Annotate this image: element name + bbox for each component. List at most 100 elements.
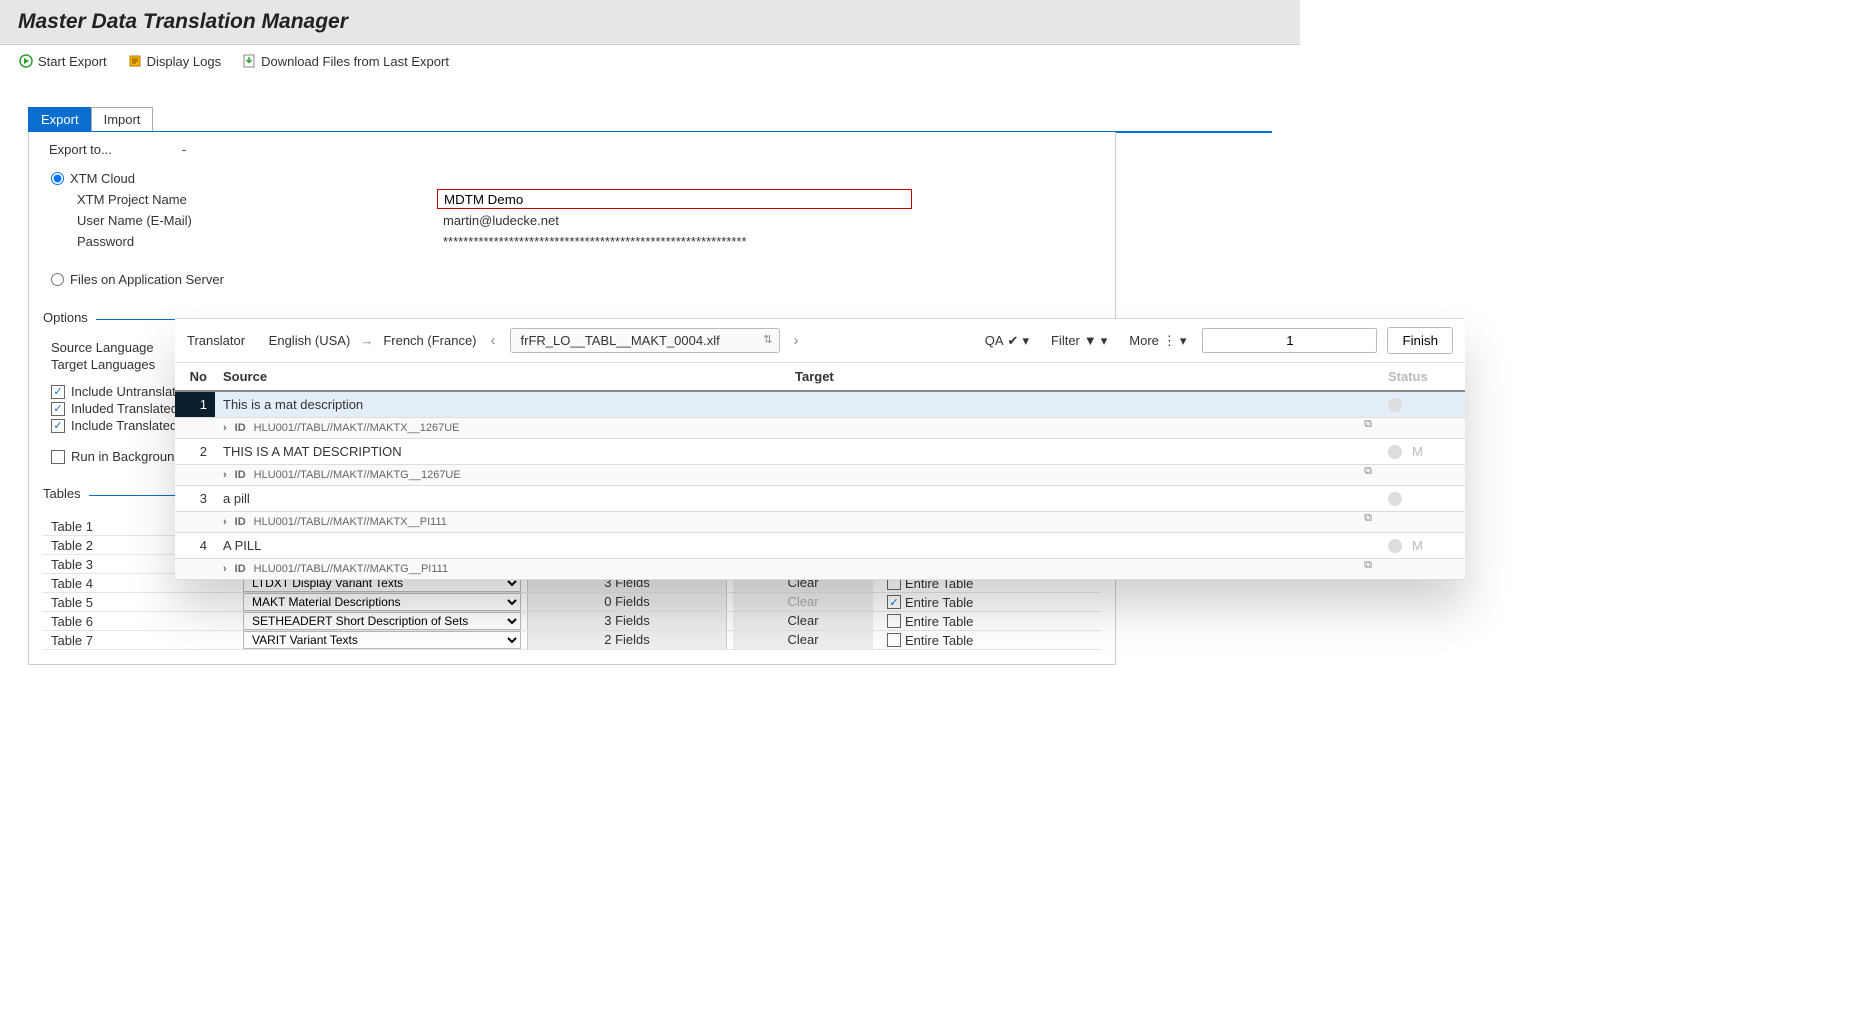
table-label: Table 7 bbox=[43, 633, 243, 648]
segment-id-row: › ID HLU001//TABL//MAKT//MAKTG__PI111 ⧉ bbox=[175, 559, 1465, 580]
segment-status bbox=[1380, 486, 1465, 511]
segment-source: This is a mat description bbox=[215, 392, 787, 417]
chevron-right-icon[interactable]: › bbox=[223, 563, 227, 575]
radio-files-server[interactable]: Files on Application Server bbox=[43, 270, 1101, 289]
fields-button[interactable]: 3 Fields bbox=[527, 612, 727, 630]
translator-label: Translator bbox=[187, 333, 245, 348]
finish-button[interactable]: Finish bbox=[1387, 327, 1453, 354]
file-selector[interactable]: frFR_LO__TABL__MAKT_0004.xlf bbox=[510, 328, 780, 353]
project-name-label: XTM Project Name bbox=[77, 192, 437, 207]
col-status-header: Status bbox=[1380, 363, 1465, 390]
table-select[interactable]: SETHEADERT Short Description of Sets bbox=[243, 612, 521, 630]
chevron-right-icon[interactable]: › bbox=[223, 422, 227, 434]
table-select[interactable]: VARIT Variant Texts bbox=[243, 631, 521, 649]
display-logs-button[interactable]: Display Logs bbox=[127, 53, 221, 69]
col-source-header: Source bbox=[215, 363, 787, 390]
segment-target[interactable] bbox=[787, 533, 1380, 558]
table-row: Table 7VARIT Variant Texts 2 Fields ClearE… bbox=[43, 631, 1101, 650]
segment-row[interactable]: 2 THIS IS A MAT DESCRIPTION M bbox=[175, 439, 1465, 465]
log-icon bbox=[127, 53, 143, 69]
col-target-header: Target bbox=[787, 363, 1380, 390]
chevron-down-icon: ▾ bbox=[1101, 333, 1108, 349]
copy-icon[interactable]: ⧉ bbox=[1364, 559, 1372, 579]
tab-import[interactable]: Import bbox=[91, 107, 154, 131]
segment-source: a pill bbox=[215, 486, 787, 511]
project-name-input[interactable] bbox=[437, 189, 912, 209]
download-icon bbox=[241, 53, 257, 69]
status-dot-icon bbox=[1388, 398, 1402, 412]
filter-button[interactable]: Filter ▼▾ bbox=[1045, 333, 1113, 349]
table-label: Table 5 bbox=[43, 595, 243, 610]
table-row: Table 5MAKT Material Descriptions 0 Field… bbox=[43, 593, 1101, 612]
table-select[interactable]: MAKT Material Descriptions bbox=[243, 593, 521, 611]
segment-row[interactable]: 4 A PILL M bbox=[175, 533, 1465, 559]
user-name-value: martin@ludecke.net bbox=[437, 211, 565, 230]
status-dot-icon bbox=[1388, 445, 1402, 459]
entire-table-checkbox[interactable]: Entire Table bbox=[873, 614, 1033, 629]
prev-file-button[interactable]: ‹ bbox=[487, 332, 500, 349]
segment-row[interactable]: 3 a pill bbox=[175, 486, 1465, 512]
start-export-button[interactable]: Start Export bbox=[18, 53, 107, 69]
radio-xtm-cloud[interactable]: XTM Cloud bbox=[43, 169, 1101, 188]
tab-export[interactable]: Export bbox=[28, 107, 92, 131]
source-language: English (USA) bbox=[269, 333, 351, 348]
entire-table-checkbox[interactable]: Entire Table bbox=[873, 595, 1033, 610]
segment-source: THIS IS A MAT DESCRIPTION bbox=[215, 439, 787, 464]
chevron-right-icon[interactable]: › bbox=[223, 469, 227, 481]
segment-id: HLU001//TABL//MAKT//MAKTX__PI111 bbox=[254, 516, 447, 528]
tab-strip: Export Import bbox=[28, 107, 1272, 133]
copy-icon[interactable]: ⧉ bbox=[1364, 512, 1372, 532]
segment-id-row: › ID HLU001//TABL//MAKT//MAKTX__1267UE ⧉ bbox=[175, 418, 1465, 439]
password-label: Password bbox=[77, 234, 437, 249]
qa-button[interactable]: QA ✔▾ bbox=[979, 333, 1035, 349]
chevron-down-icon: ▾ bbox=[1180, 333, 1187, 349]
more-button[interactable]: More ⋮▾ bbox=[1123, 333, 1192, 349]
segment-number: 3 bbox=[175, 486, 215, 511]
segment-id: HLU001//TABL//MAKT//MAKTG__PI111 bbox=[254, 563, 448, 575]
target-language: French (France) bbox=[383, 333, 476, 348]
segment-source: A PILL bbox=[215, 533, 787, 558]
clear-button[interactable]: Clear bbox=[733, 631, 873, 649]
segment-target[interactable] bbox=[787, 392, 1380, 417]
radio-files-server-input[interactable] bbox=[51, 273, 64, 286]
entire-table-checkbox[interactable]: Entire Table bbox=[873, 633, 1033, 648]
segment-id: HLU001//TABL//MAKT//MAKTX__1267UE bbox=[254, 422, 460, 434]
page-input[interactable] bbox=[1202, 328, 1377, 353]
download-files-button[interactable]: Download Files from Last Export bbox=[241, 53, 449, 69]
table-row: Table 6SETHEADERT Short Description of S… bbox=[43, 612, 1101, 631]
status-dot-icon bbox=[1388, 492, 1402, 506]
chevron-down-icon: ▾ bbox=[1022, 333, 1029, 349]
col-no-header: No bbox=[175, 363, 215, 390]
next-file-button[interactable]: › bbox=[790, 332, 803, 349]
export-to-label: Export to...- bbox=[43, 142, 192, 157]
segment-status bbox=[1380, 392, 1465, 417]
segment-id-row: › ID HLU001//TABL//MAKT//MAKTG__1267UE ⧉ bbox=[175, 465, 1465, 486]
status-dot-icon bbox=[1388, 539, 1402, 553]
segment-row[interactable]: 1 This is a mat description bbox=[175, 392, 1465, 418]
funnel-icon: ▼ bbox=[1084, 333, 1097, 348]
radio-xtm-cloud-input[interactable] bbox=[51, 172, 64, 185]
segment-id-row: › ID HLU001//TABL//MAKT//MAKTX__PI111 ⧉ bbox=[175, 512, 1465, 533]
segment-target[interactable] bbox=[787, 486, 1380, 511]
fields-button[interactable]: 2 Fields bbox=[527, 631, 727, 649]
clear-button[interactable]: Clear bbox=[733, 612, 873, 630]
segment-number: 4 bbox=[175, 533, 215, 558]
fields-button[interactable]: 0 Fields bbox=[527, 593, 727, 611]
copy-icon[interactable]: ⧉ bbox=[1364, 418, 1372, 438]
arrow-right-icon: → bbox=[360, 333, 373, 348]
segment-status: M bbox=[1380, 533, 1465, 558]
user-name-label: User Name (E-Mail) bbox=[77, 213, 437, 228]
segment-number: 2 bbox=[175, 439, 215, 464]
table-label: Table 6 bbox=[43, 614, 243, 629]
segment-number: 1 bbox=[175, 392, 215, 417]
page-title: Master Data Translation Manager bbox=[18, 10, 1282, 34]
app-header: Master Data Translation Manager bbox=[0, 0, 1300, 45]
copy-icon[interactable]: ⧉ bbox=[1364, 465, 1372, 485]
segment-id: HLU001//TABL//MAKT//MAKTG__1267UE bbox=[254, 469, 461, 481]
check-all-icon: ✔ bbox=[1008, 333, 1019, 349]
main-toolbar: Start Export Display Logs Download Files… bbox=[0, 45, 1300, 77]
play-clock-icon bbox=[18, 53, 34, 69]
chevron-right-icon[interactable]: › bbox=[223, 516, 227, 528]
segment-target[interactable] bbox=[787, 439, 1380, 464]
translator-overlay: Translator English (USA) → French (Franc… bbox=[175, 318, 1465, 580]
